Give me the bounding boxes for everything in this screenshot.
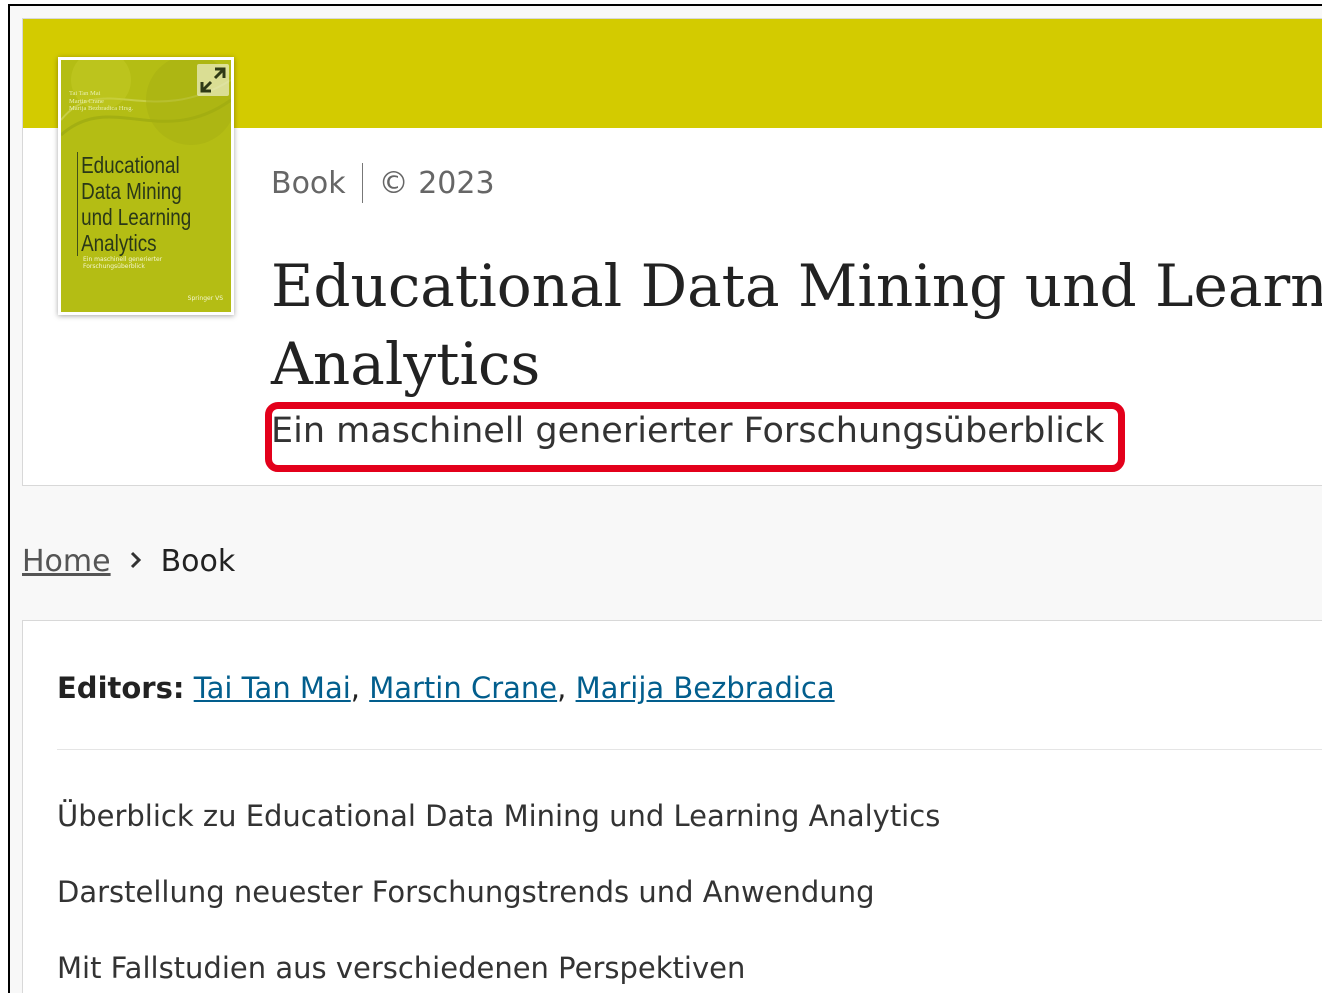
- cover-editor: Martin Crane: [69, 97, 104, 105]
- chevron-right-icon: [129, 547, 143, 577]
- editors-line: Editors: Tai Tan Mai, Martin Crane, Mari…: [57, 671, 835, 705]
- editor-separator: ,: [350, 671, 370, 705]
- editor-separator: ,: [557, 671, 576, 705]
- cover-title: Educational Data Mining und Learning Ana…: [77, 152, 204, 256]
- book-details: Editors: Tai Tan Mai, Martin Crane, Mari…: [22, 620, 1322, 993]
- cover-editor: Marija Bezbradica Hrsg.: [69, 105, 134, 112]
- copyright-year: © 2023: [378, 165, 495, 201]
- content-type: Book: [271, 165, 346, 201]
- page-title: Educational Data Mining und Learning Ana…: [271, 247, 1322, 403]
- page-subtitle: Ein maschinell generierter Forschungsübe…: [271, 411, 1105, 451]
- editor-link[interactable]: Martin Crane: [369, 671, 557, 705]
- breadcrumb-home[interactable]: Home: [22, 544, 111, 579]
- editor-link[interactable]: Tai Tan Mai: [194, 671, 351, 705]
- cover-editor: Tai Tan Mai: [69, 90, 101, 97]
- book-header: Tai Tan Mai Martin Crane Marija Bezbradi…: [22, 18, 1322, 486]
- cover-subtitle: Ein maschinell generierter Forschungsübe…: [83, 256, 163, 270]
- book-meta: Book © 2023: [271, 163, 495, 203]
- breadcrumb-current: Book: [160, 544, 236, 579]
- cover-publisher: Springer VS: [187, 295, 223, 302]
- expand-icon[interactable]: [197, 64, 229, 96]
- cover-editors: Tai Tan Mai Martin Crane Marija Bezbradi…: [69, 90, 179, 113]
- editors-label: Editors:: [57, 671, 185, 705]
- divider: [57, 749, 1322, 750]
- book-cover[interactable]: Tai Tan Mai Martin Crane Marija Bezbradi…: [58, 57, 234, 315]
- editor-link[interactable]: Marija Bezbradica: [576, 671, 835, 705]
- feature-item: Überblick zu Educational Data Mining und…: [57, 799, 941, 833]
- title-line-1: Educational Data Mining und Learning: [271, 252, 1322, 320]
- title-line-2: Analytics: [271, 330, 541, 398]
- feature-item: Mit Fallstudien aus verschiedenen Perspe…: [57, 951, 746, 985]
- feature-item: Darstellung neuester Forschungstrends un…: [57, 875, 875, 909]
- breadcrumb: Home Book: [22, 544, 235, 579]
- meta-divider: [361, 163, 363, 203]
- page-frame: Tai Tan Mai Martin Crane Marija Bezbradi…: [8, 4, 1322, 993]
